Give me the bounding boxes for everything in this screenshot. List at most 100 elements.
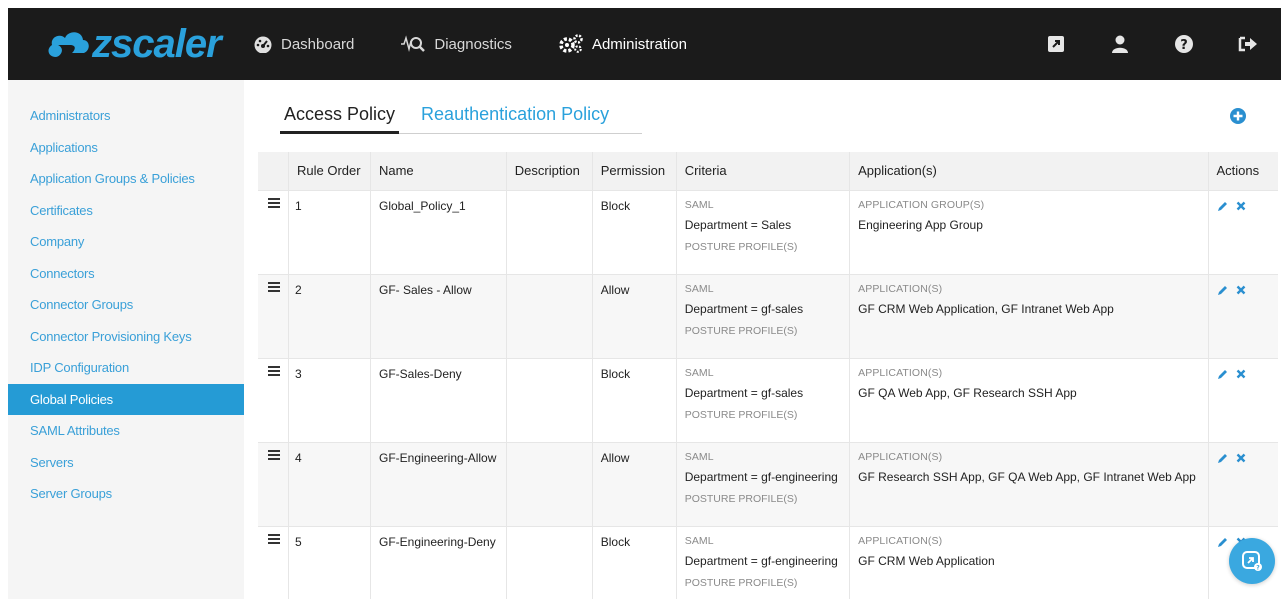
sidebar-item-administrators[interactable]: Administrators — [8, 100, 244, 132]
sidebar-item-connector-provisioning-keys[interactable]: Connector Provisioning Keys — [8, 321, 244, 353]
diagnostics-icon — [400, 35, 426, 53]
external-link-icon[interactable] — [1045, 33, 1067, 55]
criteria-header[interactable]: Criteria — [676, 152, 851, 190]
drag-handle[interactable] — [258, 357, 289, 442]
application-type: APPLICATION(S) — [858, 534, 943, 547]
rule-order-header[interactable]: Rule Order — [288, 152, 371, 190]
name-header[interactable]: Name — [370, 152, 507, 190]
main-content: Access Policy Reauthentication Policy Ru… — [258, 80, 1281, 599]
sidebar-item-server-groups[interactable]: Server Groups — [8, 478, 244, 510]
sidebar-item-certificates[interactable]: Certificates — [8, 195, 244, 227]
zscaler-logo[interactable]: zscaler — [8, 22, 253, 67]
criteria-type: SAML — [684, 450, 714, 463]
application-list: GF Research SSH App, GF QA Web App, GF I… — [858, 469, 1196, 484]
sidebar-item-connectors[interactable]: Connectors — [8, 258, 244, 290]
drag-handle[interactable] — [258, 441, 289, 526]
table-header-row: Rule Order Name Description Permission C… — [258, 152, 1278, 190]
sidebar-item-servers[interactable]: Servers — [8, 447, 244, 479]
sidebar-item-idp-configuration[interactable]: IDP Configuration — [8, 352, 244, 384]
help-icon[interactable]: ? — [1173, 33, 1195, 55]
application-type: APPLICATION(S) — [858, 366, 943, 379]
drag-handle-icon — [268, 449, 280, 460]
rule-order-cell: 2 — [288, 273, 371, 358]
rule-name-cell: GF-Engineering-Allow — [370, 441, 507, 526]
edit-icon[interactable] — [1217, 452, 1229, 464]
drag-column-header — [258, 152, 289, 190]
table-row: 1 Global_Policy_1 Block SAML Department … — [258, 189, 1278, 274]
svg-text:?: ? — [1180, 38, 1188, 53]
criteria-value: Department = gf-sales — [684, 301, 804, 316]
applications-cell: APPLICATION(S) GF Research SSH App, GF Q… — [849, 441, 1209, 526]
delete-icon[interactable] — [1236, 200, 1248, 212]
tab-access-policy[interactable]: Access Policy — [280, 102, 400, 134]
nav-administration-label: Administration — [591, 35, 687, 53]
criteria-cell: SAML Department = gf-sales POSTURE PROFI… — [676, 357, 851, 442]
delete-icon[interactable] — [1236, 284, 1248, 296]
criteria-value: Department = gf-engineering — [684, 553, 838, 568]
nav-dashboard[interactable]: Dashboard — [253, 35, 354, 53]
dashboard-icon — [253, 35, 273, 53]
permission-header[interactable]: Permission — [592, 152, 677, 190]
posture-profile-label: POSTURE PROFILE(S) — [684, 408, 798, 421]
top-right-actions: ? — [1003, 33, 1281, 55]
permission-cell: Allow — [592, 441, 677, 526]
sign-out-icon[interactable] — [1237, 33, 1259, 55]
nav-diagnostics[interactable]: Diagnostics — [400, 35, 512, 53]
nav-administration[interactable]: Administration — [558, 33, 687, 55]
application-list: GF CRM Web Application, GF Intranet Web … — [858, 301, 1114, 316]
gears-icon — [558, 33, 584, 55]
delete-icon[interactable] — [1236, 452, 1248, 464]
applications-cell: APPLICATION GROUP(S) Engineering App Gro… — [849, 189, 1209, 274]
user-icon[interactable] — [1109, 33, 1131, 55]
drag-handle-icon — [268, 533, 280, 544]
posture-profile-label: POSTURE PROFILE(S) — [684, 576, 798, 589]
drag-handle[interactable] — [258, 525, 289, 599]
brand-name: zscaler — [92, 21, 222, 66]
permission-cell: Allow — [592, 273, 677, 358]
criteria-type: SAML — [684, 198, 714, 211]
plus-circle-icon — [1230, 108, 1246, 124]
table-row: 5 GF-Engineering-Deny Block SAML Departm… — [258, 525, 1278, 599]
support-chat-icon: ? — [1242, 551, 1262, 572]
drag-handle[interactable] — [258, 189, 289, 274]
posture-profile-label: POSTURE PROFILE(S) — [684, 324, 798, 337]
drag-handle-icon — [268, 365, 280, 376]
edit-icon[interactable] — [1217, 368, 1229, 380]
actions-cell — [1208, 357, 1278, 442]
drag-handle[interactable] — [258, 273, 289, 358]
sidebar-item-global-policies[interactable]: Global Policies — [8, 383, 244, 415]
rule-order-cell: 3 — [288, 357, 371, 442]
description-cell — [506, 441, 593, 526]
table-row: 4 GF-Engineering-Allow Allow SAML Depart… — [258, 441, 1278, 526]
permission-cell: Block — [592, 525, 677, 599]
criteria-value: Department = gf-engineering — [684, 469, 838, 484]
edit-icon[interactable] — [1217, 200, 1229, 212]
sidebar-item-saml-attributes[interactable]: SAML Attributes — [8, 415, 244, 447]
edit-icon[interactable] — [1217, 284, 1229, 296]
rule-name-cell: GF-Sales-Deny — [370, 357, 507, 442]
add-rule-button[interactable] — [1228, 106, 1248, 126]
criteria-type: SAML — [684, 534, 714, 547]
description-header[interactable]: Description — [506, 152, 593, 190]
applications-cell: APPLICATION(S) GF QA Web App, GF Researc… — [849, 357, 1209, 442]
posture-profile-label: POSTURE PROFILE(S) — [684, 240, 798, 253]
posture-profile-label: POSTURE PROFILE(S) — [684, 492, 798, 505]
main-nav: Dashboard Diagnostics Administration — [253, 8, 733, 80]
permission-cell: Block — [592, 357, 677, 442]
description-cell — [506, 357, 593, 442]
applications-header[interactable]: Application(s) — [849, 152, 1209, 190]
rule-order-cell: 1 — [288, 189, 371, 274]
rule-name-cell: Global_Policy_1 — [370, 189, 507, 274]
edit-icon[interactable] — [1217, 536, 1229, 548]
drag-handle-icon — [268, 281, 280, 292]
tab-reauthentication-policy[interactable]: Reauthentication Policy — [417, 102, 613, 134]
sidebar-item-application-groups-policies[interactable]: Application Groups & Policies — [8, 163, 244, 195]
sidebar-item-connector-groups[interactable]: Connector Groups — [8, 289, 244, 321]
applications-cell: APPLICATION(S) GF CRM Web Application, G… — [849, 273, 1209, 358]
rule-name-cell: GF-Engineering-Deny — [370, 525, 507, 599]
nav-diagnostics-label: Diagnostics — [434, 35, 512, 53]
delete-icon[interactable] — [1236, 368, 1248, 380]
sidebar-item-company[interactable]: Company — [8, 226, 244, 258]
floating-support-button[interactable]: ? — [1229, 538, 1275, 584]
sidebar-item-applications[interactable]: Applications — [8, 132, 244, 164]
